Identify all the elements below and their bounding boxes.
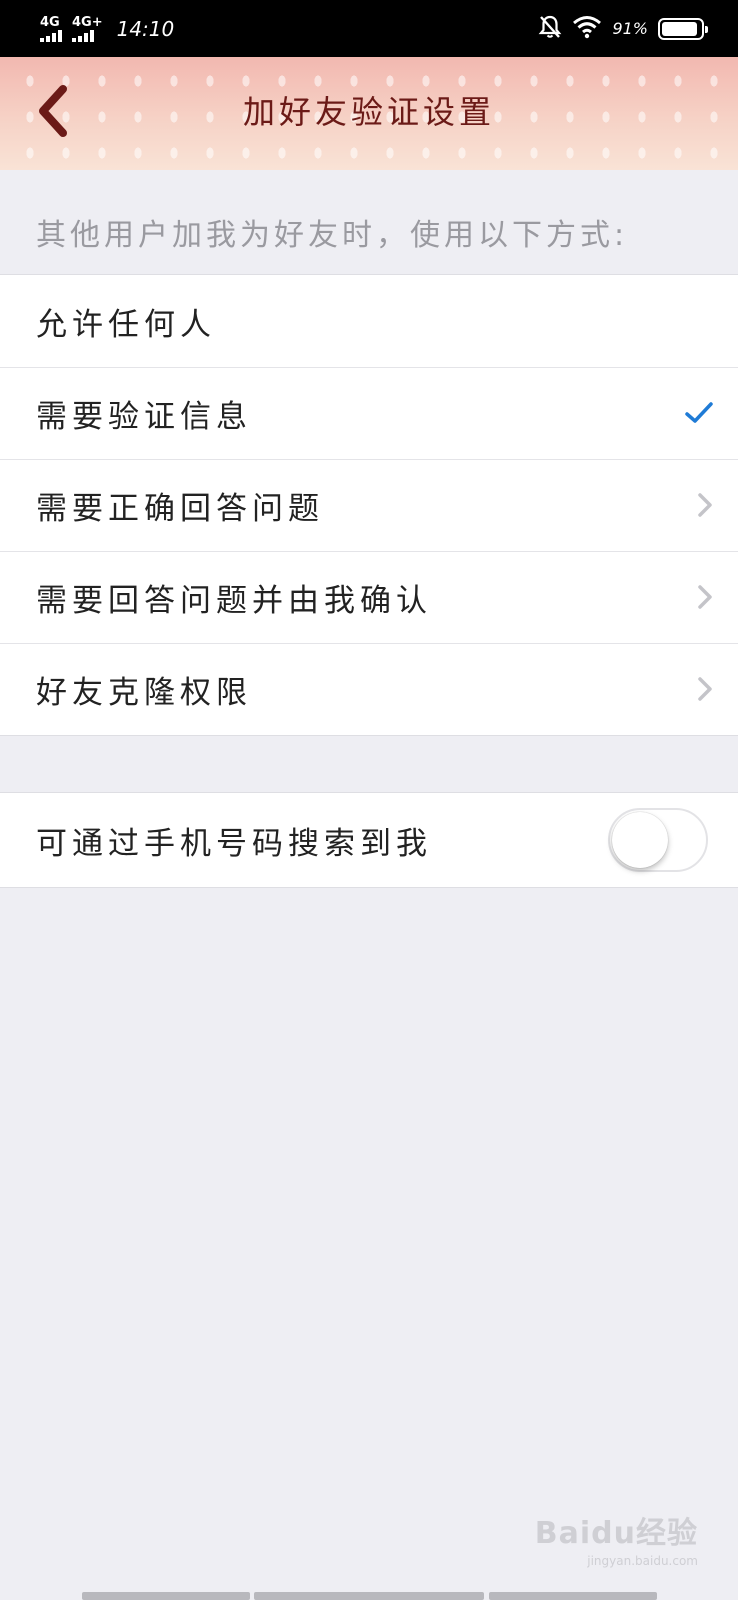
bottom-nav-bar-right	[489, 1592, 657, 1600]
option-label: 允许任何人	[36, 306, 216, 343]
status-left: 4G 4G+ 14:10	[40, 14, 175, 42]
phone-search-row: 可通过手机号码搜索到我	[0, 792, 738, 888]
option-label: 需要验证信息	[36, 398, 252, 435]
chevron-right-icon	[696, 676, 714, 702]
chevron-right-icon	[696, 584, 714, 610]
status-time: 14:10	[116, 16, 175, 41]
status-right: 91%	[538, 14, 708, 44]
battery-icon	[658, 17, 708, 40]
option-label: 需要回答问题并由我确认	[36, 582, 432, 619]
verification-options-list: 允许任何人 需要验证信息 需要正确回答问题 需要回答问题并由我确认 好友克隆权限	[0, 274, 738, 736]
nav-header: 加好友验证设置	[0, 57, 738, 170]
battery-percent: 91%	[612, 19, 648, 38]
battery-level	[662, 21, 697, 36]
signal-bars-icon	[40, 29, 62, 42]
signal-bars-icon	[72, 29, 94, 42]
bottom-nav-bar-left	[82, 1592, 250, 1600]
checkmark-icon	[684, 401, 714, 425]
option-require-verification-message[interactable]: 需要验证信息	[0, 367, 738, 459]
status-bar: 4G 4G+ 14:10 91%	[0, 0, 738, 57]
option-answer-and-confirm[interactable]: 需要回答问题并由我确认	[0, 551, 738, 643]
signal-2-label: 4G+	[72, 14, 103, 30]
option-friend-clone-permission[interactable]: 好友克隆权限	[0, 643, 738, 735]
option-answer-question-correctly[interactable]: 需要正确回答问题	[0, 459, 738, 551]
bottom-nav-bar-center	[254, 1592, 484, 1600]
section-note: 其他用户加我为好友时，使用以下方式:	[36, 218, 629, 253]
watermark-logo-text: Baidu经验	[534, 1516, 698, 1551]
watermark-url: jingyan.baidu.com	[587, 1554, 698, 1568]
option-label: 需要正确回答问题	[36, 490, 324, 527]
phone-search-toggle[interactable]	[608, 808, 708, 872]
wifi-icon	[572, 15, 602, 43]
signal-indicator-1: 4G	[40, 14, 62, 42]
option-allow-anyone[interactable]: 允许任何人	[0, 275, 738, 367]
chevron-right-icon	[696, 492, 714, 518]
bell-muted-icon	[538, 14, 562, 44]
toggle-knob	[612, 812, 668, 868]
signal-indicator-2: 4G+	[72, 14, 103, 42]
signal-1-label: 4G	[40, 14, 60, 30]
page-title: 加好友验证设置	[242, 93, 495, 131]
baidu-watermark: Baidu经验 jingyan.baidu.com	[535, 1508, 698, 1568]
option-label: 好友克隆权限	[36, 674, 252, 711]
phone-search-label: 可通过手机号码搜索到我	[36, 825, 432, 862]
